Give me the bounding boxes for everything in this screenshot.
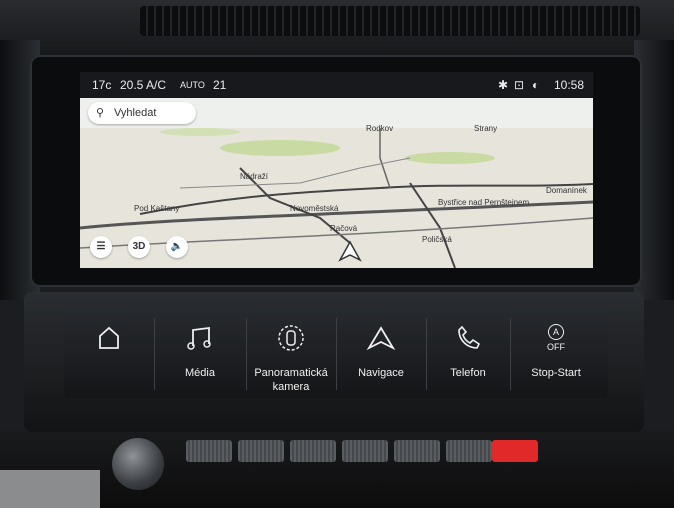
stop-start-off-label: OFF [547, 342, 565, 352]
infotainment-screen: 17c 20.5 A/C AUTO 21 ✱ ⊡ ◐ 10:58 ⚲ Vyhle… [80, 72, 593, 268]
status-bar: 17c 20.5 A/C AUTO 21 ✱ ⊡ ◐ 10:58 [80, 72, 593, 98]
camera-car-icon [278, 325, 304, 351]
stop-start-state: A [548, 324, 564, 340]
car-icon: ⊡ [514, 78, 525, 92]
hard-button[interactable] [342, 440, 388, 462]
view-3d-button[interactable]: 3D [128, 236, 150, 258]
tile-label: Média [185, 367, 215, 379]
navigation-arrow-icon [366, 326, 396, 351]
home-icon [99, 326, 119, 349]
tile-label: Telefon [450, 367, 486, 379]
seat-leather [0, 470, 100, 508]
map-label: Novoměstská [290, 204, 339, 213]
stop-start-icon: A OFF [511, 324, 601, 352]
hazard-button[interactable] [492, 440, 538, 462]
navigation-button[interactable]: Navigace [337, 310, 425, 398]
tile-label: Stop-Start [531, 367, 581, 379]
hard-button[interactable] [238, 440, 284, 462]
stop-start-button[interactable]: A OFF Stop-Start [511, 310, 601, 398]
volume-icon[interactable]: 🔈 [166, 236, 188, 258]
dashboard-top [0, 0, 674, 60]
hard-button[interactable] [290, 440, 336, 462]
hard-button[interactable] [186, 440, 232, 462]
hard-button[interactable] [446, 440, 492, 462]
climate-mode[interactable]: AUTO [180, 80, 205, 90]
tile-label: Navigace [358, 367, 404, 379]
map-label: Poličská [422, 235, 452, 244]
map-label: Domanínek [546, 186, 587, 195]
search-field[interactable]: ⚲ Vyhledat [88, 102, 196, 124]
air-vent [140, 6, 640, 36]
search-placeholder: Vyhledat [114, 107, 157, 119]
outside-temperature: 17c [92, 78, 112, 92]
volume-knob[interactable] [112, 438, 164, 490]
bluetooth-icon: ✱ [498, 78, 509, 92]
map-label: Račová [330, 224, 358, 233]
phone-icon [458, 325, 481, 349]
search-icon: ⚲ [96, 107, 105, 119]
map-label: Bystřice nad Pernštejnem [438, 198, 530, 207]
music-note-icon [187, 326, 211, 350]
tile-label: Panoramatická kamera [254, 367, 328, 393]
vehicle-position-icon [338, 240, 362, 262]
map-label: Nádraží [240, 172, 269, 181]
signal-icon: ◐ [532, 78, 540, 92]
panoramic-camera-button[interactable]: Panoramatická kamera [247, 310, 335, 398]
phone-button[interactable]: Telefon [427, 310, 509, 398]
climate-temperature-right[interactable]: 21 [213, 78, 226, 92]
climate-temperature[interactable]: 20.5 A/C [120, 78, 166, 92]
media-button[interactable]: Média [155, 310, 245, 398]
hard-button[interactable] [394, 440, 440, 462]
map-label: Pod Kaštany [134, 204, 180, 213]
map-label: Rodkov [366, 124, 394, 133]
hard-button-row [186, 440, 540, 462]
clock: 10:58 [554, 78, 585, 92]
menu-icon[interactable]: ☰ [90, 236, 112, 258]
map-label: Strany [474, 124, 498, 133]
home-button[interactable] [64, 310, 154, 398]
